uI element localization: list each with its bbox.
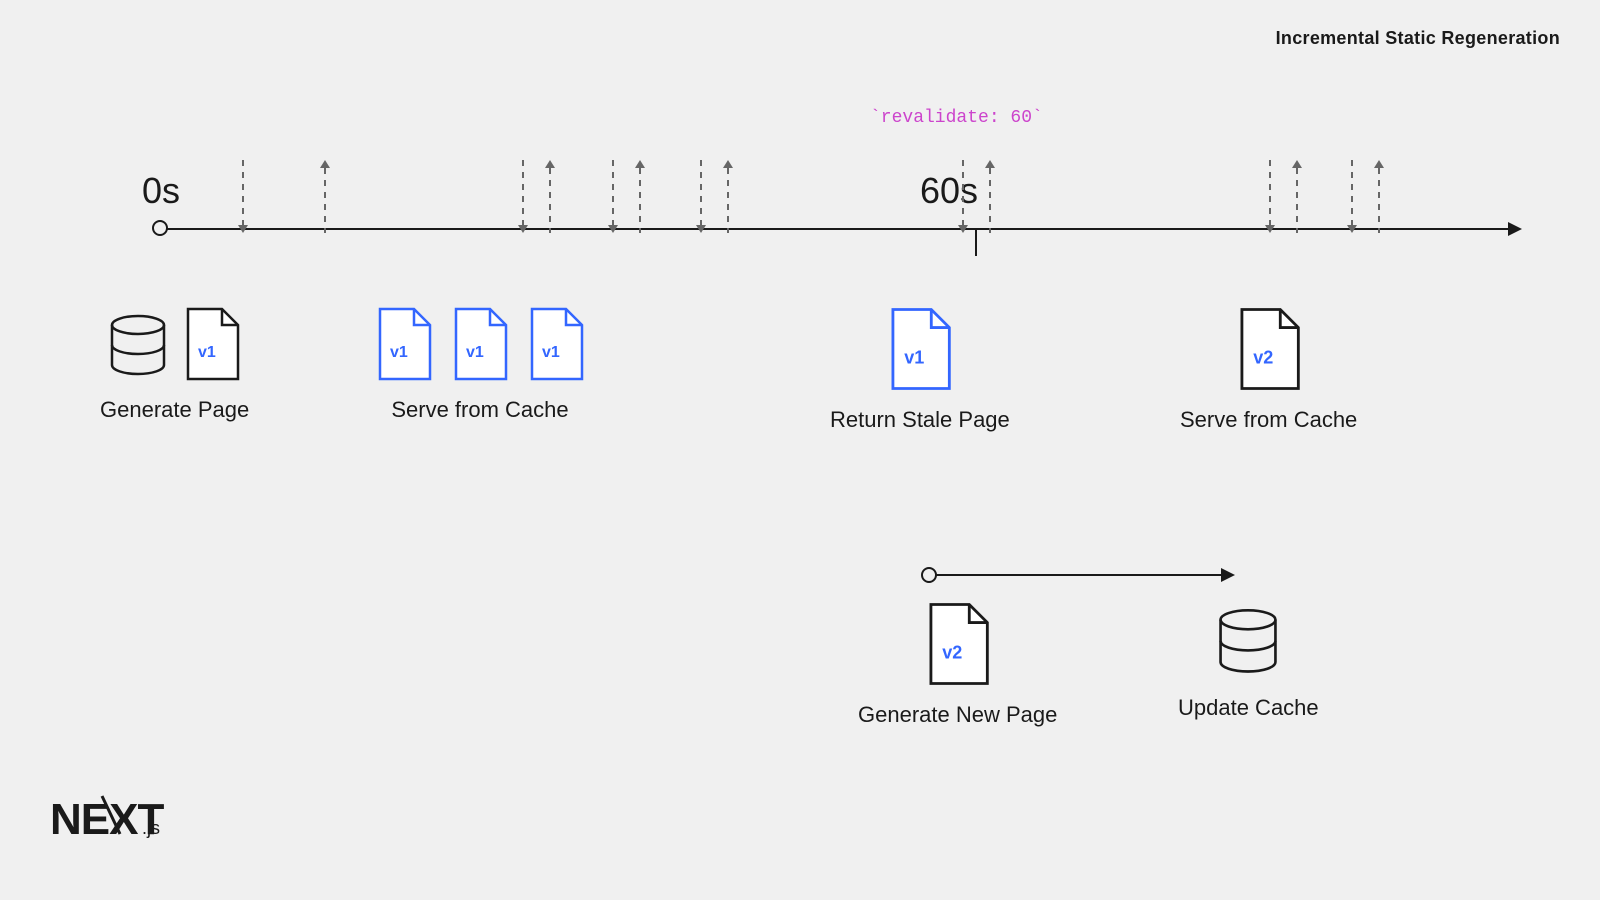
dashed-arrow-7b (1292, 160, 1302, 233)
dashed-arrow-3b (545, 160, 555, 233)
database-icon (104, 311, 172, 383)
page-title: Incremental Static Regeneration (1276, 28, 1560, 49)
doc-v2-icon-cache: v2 (1229, 305, 1309, 393)
dashed-arrow-8b (1374, 160, 1384, 233)
timeline-line (160, 228, 1520, 230)
generate-page-label: Generate Page (100, 397, 249, 423)
dashed-arrow-4a (608, 160, 618, 233)
svg-text:v1: v1 (904, 348, 924, 368)
doc-v1-icon-stale: v1 (880, 305, 960, 393)
svg-text:.js: .js (142, 818, 160, 838)
svg-text:v2: v2 (1253, 348, 1273, 368)
dashed-arrow-7a (1265, 160, 1275, 233)
dashed-arrow-5a (696, 160, 706, 233)
dashed-arrow-4b (635, 160, 645, 233)
bottom-arrow-line (928, 574, 1233, 576)
dashed-arrow-3a (518, 160, 528, 233)
svg-text:v1: v1 (198, 344, 216, 361)
doc-v1-icon-cache-2: v1 (446, 305, 514, 383)
serve-cache-2-group: v2 Serve from Cache (1180, 305, 1357, 433)
dashed-arrow-2 (320, 160, 330, 233)
dashed-arrow-5b (723, 160, 733, 233)
serve-cache-2-label: Serve from Cache (1180, 407, 1357, 433)
generate-page-group: v1 Generate Page (100, 305, 249, 423)
svg-text:v1: v1 (542, 344, 560, 361)
serve-cache-group: v1 v1 v1 Serve from Cache (370, 305, 590, 423)
dashed-arrow-1 (238, 160, 248, 233)
update-cache-label: Update Cache (1178, 695, 1319, 721)
nextjs-logo: NEXT .js (50, 790, 180, 850)
svg-text:v2: v2 (942, 643, 962, 663)
update-cache-group: Update Cache (1178, 605, 1319, 721)
return-stale-label: Return Stale Page (830, 407, 1010, 433)
bottom-arrow-head (1221, 568, 1235, 582)
svg-text:v1: v1 (466, 344, 484, 361)
timeline-60s-marker (975, 228, 977, 256)
revalidate-label: `revalidate: 60` (870, 108, 1043, 128)
dashed-arrow-8a (1347, 160, 1357, 233)
return-stale-group: v1 Return Stale Page (830, 305, 1010, 433)
time-label-0s: 0s (142, 170, 180, 212)
database-icon-update (1212, 605, 1284, 681)
doc-v2-icon-generate: v2 (919, 600, 997, 688)
dashed-arrow-6a (958, 160, 968, 233)
timeline-arrow (1508, 222, 1522, 236)
dashed-arrow-6b (985, 160, 995, 233)
time-label-60s: 60s (920, 170, 978, 212)
doc-v1-icon-cache-3: v1 (522, 305, 590, 383)
serve-cache-label: Serve from Cache (391, 397, 568, 423)
generate-new-page-group: v2 Generate New Page (858, 600, 1057, 728)
doc-v1-icon-gen: v1 (178, 305, 246, 383)
doc-v1-icon-cache-1: v1 (370, 305, 438, 383)
svg-text:v1: v1 (390, 344, 408, 361)
timeline-start-circle (152, 220, 168, 236)
bottom-start-circle (921, 567, 937, 583)
generate-new-page-label: Generate New Page (858, 702, 1057, 728)
